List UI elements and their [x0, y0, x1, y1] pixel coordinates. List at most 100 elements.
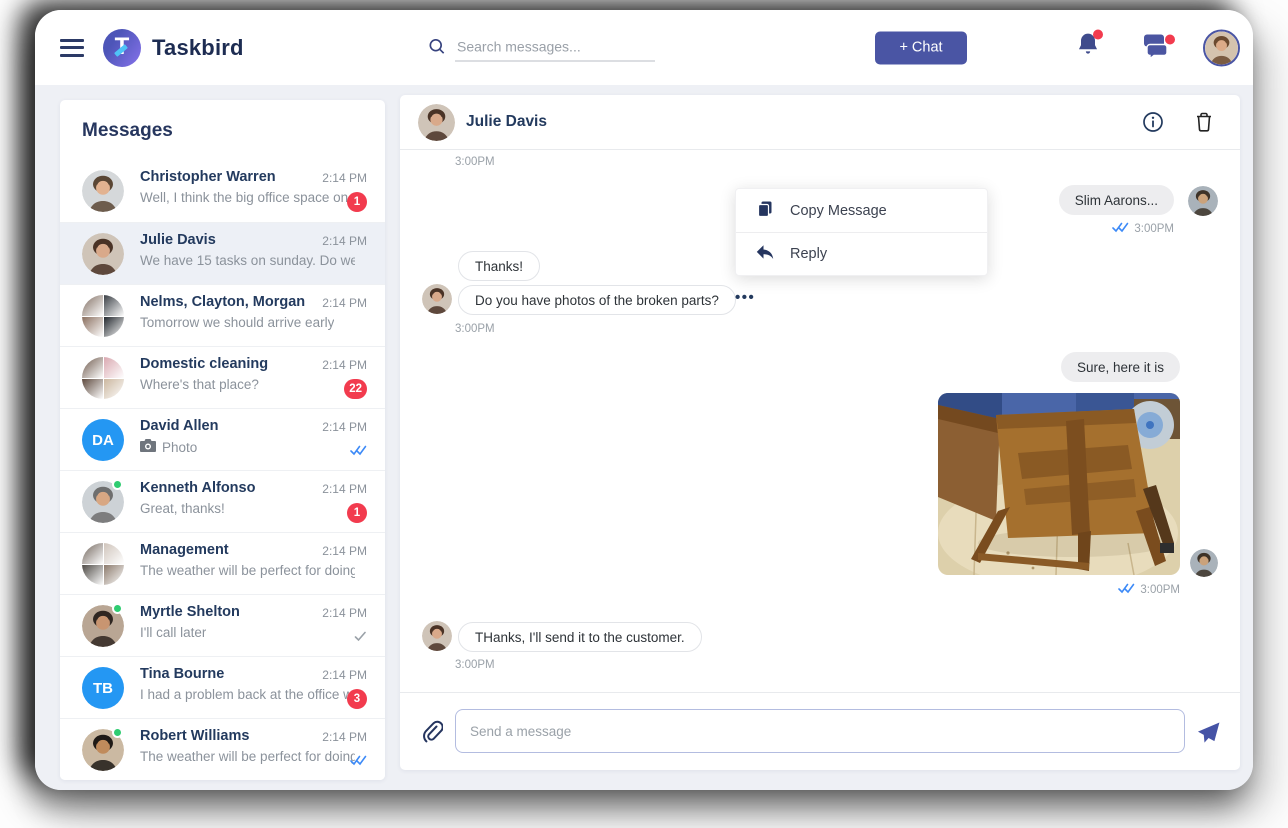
conversation-name: David Allen: [140, 418, 218, 434]
read-double-check-icon: [350, 753, 367, 771]
photo-attachment[interactable]: [938, 393, 1180, 575]
app-body: Messages Christopher Warren Well, I thin…: [35, 85, 1253, 790]
conversation-row-david-allen[interactable]: DA David Allen Photo 2:14 PM: [60, 408, 385, 470]
camera-icon: [140, 439, 156, 455]
notifications-dot: [1093, 29, 1103, 39]
message-time: 3:00PM: [455, 323, 495, 335]
attachment-paperclip-icon[interactable]: [421, 719, 443, 750]
unread-badge: 1: [347, 503, 367, 523]
conversation-time: 2:14 PM: [322, 606, 367, 620]
online-status-dot: [112, 479, 123, 490]
conversation-time: 2:14 PM: [322, 544, 367, 558]
chat-title: Julie Davis: [466, 113, 547, 131]
conversation-row-kenneth-alfonso[interactable]: Kenneth Alfonso Great, thanks! 2:14 PM 1: [60, 470, 385, 532]
top-navbar: T Taskbird + Chat: [35, 10, 1253, 85]
search-icon: [427, 36, 447, 61]
group-avatar: [82, 543, 124, 585]
unread-badge: 22: [344, 379, 367, 399]
conversation-row-nelms-clayton-morgan[interactable]: Nelms, Clayton, Morgan Tomorrow we shoul…: [60, 284, 385, 346]
conversation-row-myrtle-shelton[interactable]: Myrtle Shelton I'll call later 2:14 PM: [60, 594, 385, 656]
info-icon[interactable]: [1142, 111, 1164, 138]
conversation-name: Nelms, Clayton, Morgan: [140, 294, 305, 310]
message-meta: 3:00PM: [1112, 222, 1174, 236]
read-double-check-icon: [350, 443, 367, 461]
message-time: 3:00PM: [455, 659, 495, 671]
conversation-name: Tina Bourne: [140, 666, 224, 682]
conversation-name: Management: [140, 542, 229, 558]
menu-item-copy-message[interactable]: Copy Message: [736, 189, 987, 232]
outgoing-message-bubble[interactable]: Sure, here it is: [1061, 352, 1180, 382]
reply-icon: [756, 244, 774, 264]
conversation-name: Julie Davis: [140, 232, 216, 248]
sidebar-title: Messages: [82, 120, 173, 142]
search-input[interactable]: [455, 34, 655, 61]
messages-dot: [1165, 34, 1175, 44]
unread-badge: 1: [347, 192, 367, 212]
message-input[interactable]: [455, 709, 1185, 753]
message-preview: We have 15 tasks on sunday. Do we...: [140, 253, 355, 268]
own-avatar: [1190, 549, 1218, 577]
message-composer: [400, 692, 1240, 770]
incoming-message-bubble[interactable]: THanks, I'll send it to the customer.: [458, 622, 702, 652]
message-preview: The weather will be perfect for doing th…: [140, 563, 355, 578]
own-avatar: [1188, 186, 1218, 216]
brand[interactable]: T Taskbird: [103, 29, 244, 67]
menu-item-reply[interactable]: Reply: [736, 232, 987, 275]
avatar: [82, 233, 124, 275]
message-preview: I had a problem back at the office w...: [140, 687, 355, 702]
delete-conversation-icon[interactable]: [1194, 111, 1214, 138]
message-preview: The weather will be perfect for doing...: [140, 749, 355, 764]
conversation-row-julie-davis[interactable]: Julie Davis We have 15 tasks on sunday. …: [60, 222, 385, 284]
conversation-time: 2:14 PM: [322, 730, 367, 744]
conversation-time: 2:14 PM: [322, 420, 367, 434]
taskbird-logo-icon: T: [103, 29, 141, 67]
conversation-row-management[interactable]: Management The weather will be perfect f…: [60, 532, 385, 594]
conversation-list: Christopher Warren Well, I think the big…: [60, 160, 385, 780]
send-message-icon[interactable]: [1194, 718, 1222, 751]
read-double-check-icon: [1112, 222, 1129, 236]
read-double-check-icon: [1118, 583, 1135, 597]
group-avatar: [82, 295, 124, 337]
user-avatar[interactable]: [1203, 29, 1240, 66]
hamburger-menu-icon[interactable]: [60, 39, 84, 57]
conversation-name: Myrtle Shelton: [140, 604, 240, 620]
chat-panel: Julie Davis 3:00PM Slim Aarons...: [400, 95, 1240, 770]
message-more-options-icon[interactable]: •••: [735, 289, 755, 306]
outgoing-message-bubble[interactable]: Slim Aarons...: [1059, 185, 1174, 215]
group-avatar: [82, 357, 124, 399]
incoming-message-bubble[interactable]: Thanks!: [458, 251, 540, 281]
conversation-row-christopher-warren[interactable]: Christopher Warren Well, I think the big…: [60, 160, 385, 222]
chat-partner-avatar: [422, 284, 452, 314]
message-context-menu: Copy Message Reply: [735, 188, 988, 276]
sent-single-check-icon: [354, 629, 367, 647]
initials-avatar: DA: [82, 419, 124, 461]
messages-bubbles-icon[interactable]: [1141, 32, 1171, 63]
chat-partner-avatar[interactable]: [418, 104, 455, 141]
conversation-name: Kenneth Alfonso: [140, 480, 255, 496]
incoming-message-bubble[interactable]: Do you have photos of the broken parts?: [458, 285, 736, 315]
message-preview: Great, thanks!: [140, 501, 225, 516]
chat-partner-avatar: [422, 621, 452, 651]
conversations-sidebar: Messages Christopher Warren Well, I thin…: [60, 100, 385, 780]
message-preview: Where's that place?: [140, 377, 259, 392]
message-preview: Tomorrow we should arrive early: [140, 315, 334, 330]
message-preview: Well, I think the big office space on ..…: [140, 190, 355, 205]
conversation-time: 2:14 PM: [322, 482, 367, 496]
messages-pane: 3:00PM Slim Aarons... 3:00PM Copy: [400, 150, 1240, 692]
avatar: [82, 170, 124, 212]
conversation-time: 2:14 PM: [322, 296, 367, 310]
online-status-dot: [112, 603, 123, 614]
message-time: 3:00PM: [455, 156, 495, 168]
conversation-name: Domestic cleaning: [140, 356, 268, 372]
conversation-time: 2:14 PM: [322, 171, 367, 185]
conversation-row-domestic-cleaning[interactable]: Domestic cleaning Where's that place? 2:…: [60, 346, 385, 408]
copy-icon: [756, 200, 774, 222]
notifications-bell-icon[interactable]: [1075, 31, 1101, 64]
conversation-time: 2:14 PM: [322, 668, 367, 682]
conversation-name: Christopher Warren: [140, 169, 276, 185]
conversation-row-robert-williams[interactable]: Robert Williams The weather will be perf…: [60, 718, 385, 780]
conversation-row-tina-bourne[interactable]: TB Tina Bourne I had a problem back at t…: [60, 656, 385, 718]
conversation-time: 2:14 PM: [322, 358, 367, 372]
new-chat-button[interactable]: + Chat: [875, 31, 967, 64]
chat-header: Julie Davis: [400, 95, 1240, 150]
